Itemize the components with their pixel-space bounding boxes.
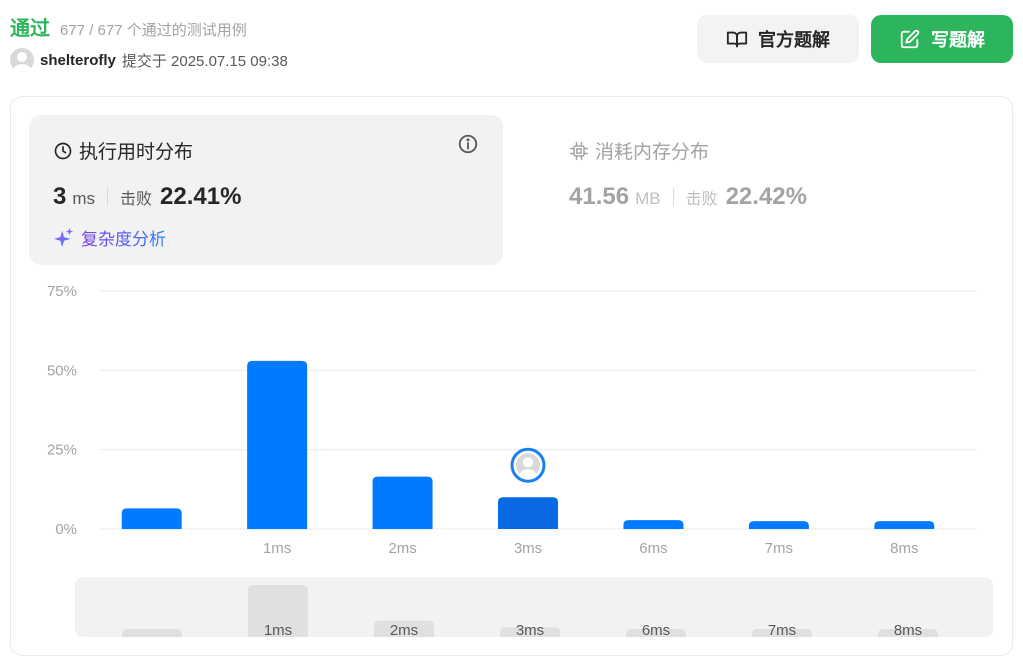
memory-title: 消耗内存分布 <box>569 137 709 164</box>
memory-metric: 41.56 MB 击败 22.42% <box>569 183 807 211</box>
scrubber-label: 7ms <box>768 622 796 637</box>
status-label: 通过 <box>10 18 50 40</box>
bar[interactable] <box>121 508 182 529</box>
sparkle-icon <box>53 227 74 247</box>
x-tick-label: 3ms <box>514 540 542 557</box>
complexity-analysis-text: 复杂度分析 <box>81 225 166 250</box>
bar[interactable] <box>372 476 433 529</box>
x-tick-label: 1ms <box>263 540 291 557</box>
scrubber-svg: 1ms 2ms 3ms 6ms 7ms 8ms <box>122 585 938 637</box>
runtime-distribution-svg: 0% 25% 50% 75% 1ms 2ms 3ms 6ms 7ms 8ms <box>47 283 977 557</box>
scrubber-label: 1ms <box>264 622 292 637</box>
memory-value: 41.56 <box>569 183 630 210</box>
bar[interactable] <box>498 497 558 529</box>
write-solution-button[interactable]: 写题解 <box>871 15 1013 63</box>
bar[interactable] <box>623 520 684 529</box>
official-solution-label: 官方题解 <box>758 30 830 50</box>
runtime-title: 执行用时分布 <box>53 137 193 164</box>
memory-panel[interactable]: 消耗内存分布 41.56 MB 击败 22.42% <box>545 115 985 265</box>
runtime-title-text: 执行用时分布 <box>79 142 194 163</box>
complexity-analysis-link[interactable]: 复杂度分析 <box>53 225 166 250</box>
info-icon[interactable] <box>457 133 479 155</box>
bar[interactable] <box>748 521 809 529</box>
y-tick-label: 25% <box>47 442 77 459</box>
write-solution-label: 写题解 <box>931 30 985 50</box>
x-tick-label: 2ms <box>388 540 416 557</box>
official-solution-button[interactable]: 官方题解 <box>697 15 859 63</box>
metric-divider <box>107 188 109 206</box>
edit-icon <box>900 29 920 49</box>
runtime-panel[interactable]: 执行用时分布 3 ms 击败 22.41% 复杂度分析 <box>29 115 503 265</box>
username-link[interactable]: shelterofly <box>40 52 116 69</box>
clock-icon <box>54 142 72 159</box>
bar[interactable] <box>874 521 935 529</box>
x-tick-label: 6ms <box>639 540 667 557</box>
memory-title-text: 消耗内存分布 <box>595 142 710 163</box>
performance-card: 执行用时分布 3 ms 击败 22.41% 复杂度分析 消耗内存分布 41.56… <box>10 96 1013 656</box>
submission-header: 通过 677 / 677 个通过的测试用例 shelterofly 提交于 20… <box>10 8 1013 78</box>
x-tick-label: 7ms <box>765 540 793 557</box>
book-open-icon <box>726 31 748 48</box>
memory-beat-value: 22.42% <box>725 183 807 210</box>
chart-range-scrubber[interactable]: 1ms 2ms 3ms 6ms 7ms 8ms <box>75 577 993 637</box>
y-tick-label: 0% <box>55 521 77 538</box>
submitter-line: shelterofly 提交于 2025.07.15 09:38 <box>10 48 288 72</box>
x-tick-label: 8ms <box>890 540 918 557</box>
scrubber-label: 3ms <box>516 622 544 637</box>
runtime-beat-value: 22.41% <box>160 183 242 210</box>
scrubber-label: 8ms <box>894 622 922 637</box>
runtime-metric: 3 ms 击败 22.41% <box>53 183 241 211</box>
bar[interactable] <box>247 360 308 529</box>
runtime-value: 3 <box>53 183 67 210</box>
passed-count: 677 / 677 个通过的测试用例 <box>60 22 247 39</box>
scrubber-label: 2ms <box>390 622 418 637</box>
chip-icon <box>569 141 589 160</box>
avatar[interactable] <box>10 48 34 72</box>
status-line: 通过 677 / 677 个通过的测试用例 <box>10 12 247 41</box>
metric-divider <box>672 188 674 206</box>
y-tick-label: 50% <box>47 362 77 379</box>
avatar-marker-body <box>520 469 536 480</box>
submitted-time: 提交于 2025.07.15 09:38 <box>121 52 288 70</box>
memory-unit: MB <box>635 189 661 208</box>
scrubber-label: 6ms <box>642 622 670 637</box>
runtime-distribution-chart: 0% 25% 50% 75% 1ms 2ms 3ms 6ms 7ms 8ms <box>11 277 1012 577</box>
runtime-unit: ms <box>72 189 96 208</box>
memory-beat-label: 击败 <box>685 191 718 208</box>
y-tick-label: 75% <box>47 283 77 300</box>
avatar-marker-head <box>523 457 533 468</box>
runtime-beat-label: 击败 <box>120 191 153 208</box>
scrubber-bar <box>122 629 182 637</box>
